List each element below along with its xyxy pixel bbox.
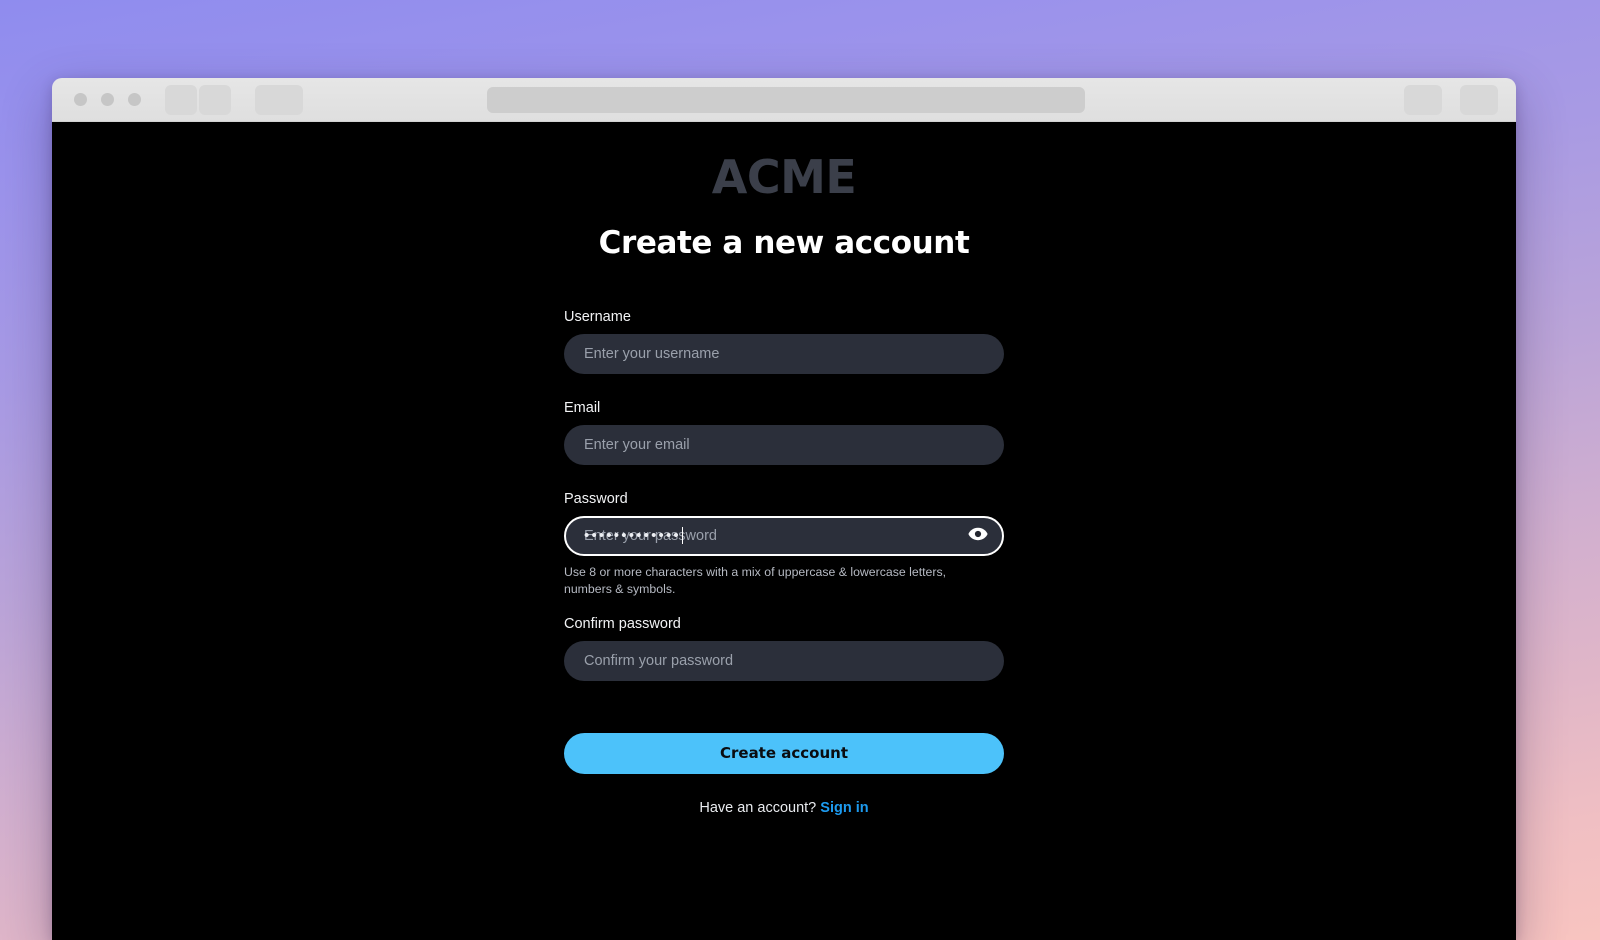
password-input-wrap: •••••••••••••	[564, 515, 1004, 556]
field-email: Email	[564, 400, 1004, 465]
password-label: Password	[564, 490, 628, 507]
browser-nav-group	[165, 84, 303, 115]
confirm-password-input-wrap	[564, 640, 1004, 681]
signup-form-container: ACME Create a new account Username Email…	[564, 122, 1004, 816]
page-viewport: ACME Create a new account Username Email…	[52, 122, 1516, 940]
back-button[interactable]	[165, 84, 197, 115]
email-input[interactable]	[564, 424, 1004, 465]
profile-menu-button[interactable]	[1460, 84, 1498, 115]
username-input-wrap	[564, 333, 1004, 374]
forward-button[interactable]	[199, 84, 231, 115]
email-input-wrap	[564, 424, 1004, 465]
maximize-window-button[interactable]	[128, 93, 141, 106]
eye-icon	[968, 527, 988, 544]
confirm-password-input[interactable]	[564, 640, 1004, 681]
username-input[interactable]	[564, 333, 1004, 374]
toggle-password-visibility-button[interactable]	[968, 527, 988, 545]
password-helper-text: Use 8 or more characters with a mix of u…	[564, 564, 947, 596]
username-label: Username	[564, 308, 631, 325]
page-title: Create a new account	[598, 224, 970, 261]
minimize-window-button[interactable]	[101, 93, 114, 106]
brand-logo: ACME	[711, 150, 857, 204]
browser-toolbar-right	[1404, 84, 1498, 115]
field-username: Username	[564, 309, 1004, 374]
reload-button[interactable]	[255, 84, 303, 115]
create-account-button[interactable]: Create account	[564, 732, 1004, 774]
window-traffic-lights[interactable]	[74, 93, 141, 106]
extensions-button[interactable]	[1404, 84, 1442, 115]
sign-in-link[interactable]: Sign in	[820, 800, 868, 816]
close-window-button[interactable]	[74, 93, 87, 106]
field-password: Password •••••••••••••	[564, 491, 1004, 598]
confirm-password-label: Confirm password	[564, 615, 681, 632]
field-confirm-password: Confirm password	[564, 616, 1004, 681]
address-bar[interactable]	[487, 86, 1085, 113]
email-label: Email	[564, 399, 601, 416]
signin-prompt-text: Have an account?	[699, 799, 817, 816]
signin-prompt: Have an account? Sign in	[564, 800, 1004, 816]
password-input[interactable]	[564, 515, 1004, 556]
browser-window: ACME Create a new account Username Email…	[52, 78, 1516, 940]
browser-chrome-bar	[52, 78, 1516, 122]
